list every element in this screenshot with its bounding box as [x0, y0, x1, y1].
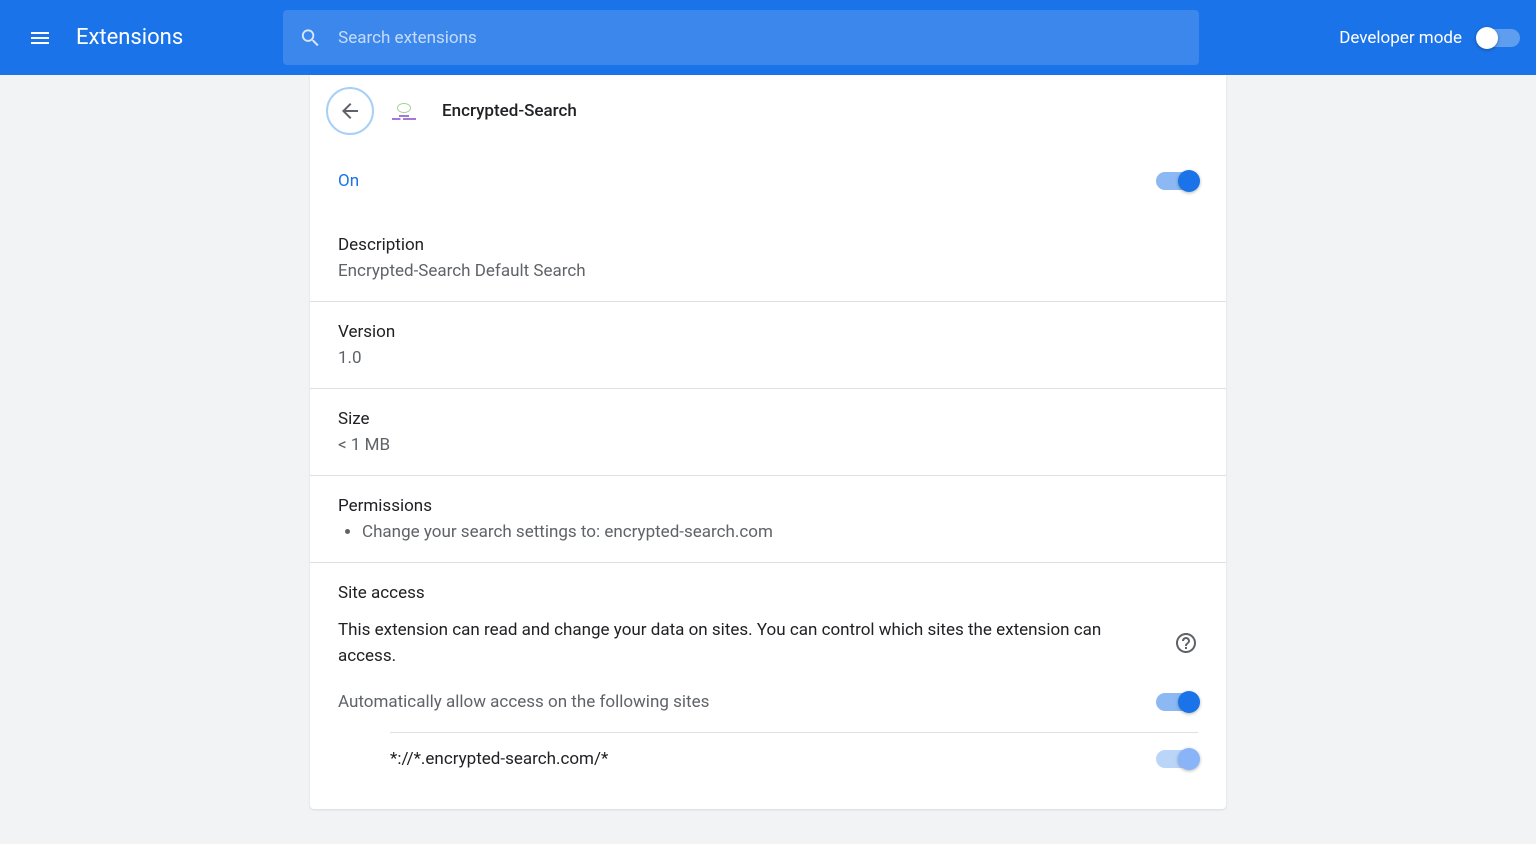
version-label: Version [338, 322, 1198, 342]
help-icon [1174, 631, 1198, 655]
toggle-thumb [1178, 748, 1200, 770]
description-section: Description Encrypted-Search Default Sea… [310, 215, 1226, 302]
app-header: Extensions Developer mode [0, 0, 1536, 75]
extension-enable-toggle[interactable] [1156, 172, 1198, 190]
site-row: *://*.encrypted-search.com/* [390, 733, 1198, 769]
arrow-left-icon [338, 99, 362, 123]
content-area[interactable]: Encrypted-Search On Description Encrypte… [0, 75, 1536, 844]
permissions-list: Change your search settings to: encrypte… [362, 522, 1198, 542]
app-title: Extensions [76, 25, 183, 50]
card-header: Encrypted-Search [310, 75, 1226, 147]
site-access-section: Site access This extension can read and … [310, 563, 1226, 789]
developer-mode-toggle[interactable] [1478, 29, 1520, 47]
search-icon [299, 26, 322, 50]
description-value: Encrypted-Search Default Search [338, 261, 1198, 281]
toggle-thumb [1476, 27, 1498, 49]
search-input[interactable] [338, 28, 1183, 48]
site-access-description: This extension can read and change your … [338, 617, 1134, 670]
extension-name: Encrypted-Search [442, 101, 577, 121]
version-section: Version 1.0 [310, 302, 1226, 389]
size-value: < 1 MB [338, 435, 1198, 455]
hamburger-menu-icon [28, 26, 52, 50]
description-label: Description [338, 235, 1198, 255]
site-list: *://*.encrypted-search.com/* [390, 732, 1198, 769]
site-access-label: Site access [338, 583, 1198, 603]
permission-item: Change your search settings to: encrypte… [362, 522, 1198, 542]
site-url: *://*.encrypted-search.com/* [390, 749, 608, 769]
permissions-section: Permissions Change your search settings … [310, 476, 1226, 563]
size-section: Size < 1 MB [310, 389, 1226, 476]
version-value: 1.0 [338, 348, 1198, 368]
site-access-description-row: This extension can read and change your … [338, 617, 1198, 670]
developer-mode-label: Developer mode [1339, 28, 1462, 48]
enable-section: On [310, 147, 1226, 215]
search-container[interactable] [283, 10, 1199, 65]
site-access-help-button[interactable] [1174, 631, 1198, 655]
permissions-label: Permissions [338, 496, 1198, 516]
site-toggle[interactable] [1156, 750, 1198, 768]
extension-detail-card: Encrypted-Search On Description Encrypte… [310, 75, 1226, 809]
toggle-thumb [1178, 691, 1200, 713]
developer-mode-container: Developer mode [1339, 28, 1520, 48]
extension-icon [390, 97, 418, 125]
on-label: On [338, 171, 359, 191]
menu-button[interactable] [16, 14, 64, 62]
back-button[interactable] [326, 87, 374, 135]
auto-allow-row: Automatically allow access on the follow… [338, 692, 1198, 712]
auto-allow-label: Automatically allow access on the follow… [338, 692, 709, 712]
toggle-thumb [1178, 170, 1200, 192]
auto-allow-toggle[interactable] [1156, 693, 1198, 711]
size-label: Size [338, 409, 1198, 429]
